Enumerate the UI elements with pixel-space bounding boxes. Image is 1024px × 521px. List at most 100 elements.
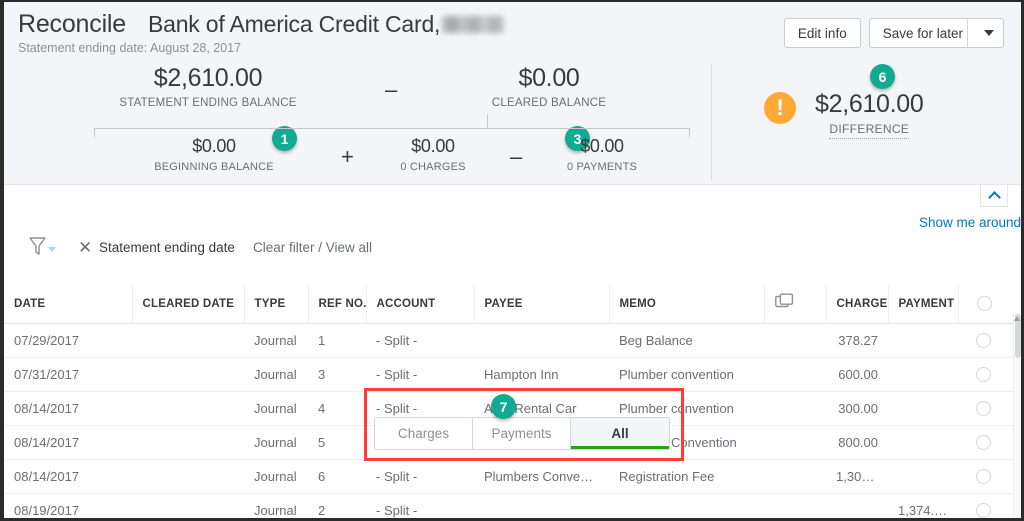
edit-info-button[interactable]: Edit info <box>783 18 861 48</box>
cell-ref-no: 4 <box>308 391 366 426</box>
column-header-ref-no[interactable]: REF NO. <box>308 285 367 324</box>
cell-payee <box>474 493 609 518</box>
table-row[interactable]: 08/19/2017 Journal 2 - Split - 1,374.06 <box>4 493 1021 518</box>
cell-cleared-toggle[interactable] <box>958 425 1021 460</box>
cell-payee: Plumbers Conventi... <box>474 459 609 494</box>
difference-text: $2,610.00 DIFFERENCE <box>815 90 924 139</box>
cell-cleared-toggle[interactable] <box>958 357 1021 392</box>
tab-payments[interactable]: Payments <box>473 418 571 449</box>
difference-label[interactable]: DIFFERENCE <box>829 122 910 139</box>
cell-charge: 378.27 <box>826 323 888 358</box>
masked-account-number <box>442 16 505 34</box>
column-header-payee[interactable]: PAYEE <box>474 285 610 324</box>
cleared-circle-icon[interactable] <box>976 469 991 484</box>
cell-charge: 1,300.00 <box>826 459 888 494</box>
page-title: Reconcile Bank of America Credit Card, <box>18 10 505 39</box>
payments-label: 0 PAYMENTS <box>566 161 638 173</box>
reconcile-summary-panel: Reconcile Bank of America Credit Card, S… <box>4 2 1021 292</box>
bracket-stem <box>487 114 488 129</box>
column-header-account[interactable]: ACCOUNT <box>366 285 475 324</box>
statement-ending-balance-label: STATEMENT ENDING BALANCE <box>119 97 297 109</box>
chevron-up-icon <box>987 190 1001 204</box>
cell-cleared-toggle[interactable] <box>958 493 1021 518</box>
tab-all[interactable]: All <box>571 418 669 449</box>
column-header-type[interactable]: TYPE <box>244 285 309 324</box>
table-vertical-scrollbar[interactable] <box>1013 314 1021 518</box>
cleared-circle-icon[interactable] <box>976 333 991 348</box>
cell-cleared-date <box>132 391 244 426</box>
cleared-circle-icon[interactable] <box>976 367 991 382</box>
cell-cleared-toggle[interactable] <box>958 391 1021 426</box>
transactions-toolbar: ✕ Statement ending date Clear filter / V… <box>4 230 1021 306</box>
cell-memo <box>609 493 764 518</box>
cell-date: 07/29/2017 <box>4 323 132 358</box>
summary-divider <box>711 64 712 180</box>
column-header-memo[interactable]: MEMO <box>609 285 765 324</box>
page-title-text: Reconcile <box>18 10 126 38</box>
cell-cleared-toggle[interactable] <box>958 459 1021 494</box>
charges-label: 0 CHARGES <box>400 161 466 173</box>
tab-charges[interactable]: Charges <box>375 418 473 449</box>
copy-icon <box>774 293 795 314</box>
cell-payment <box>888 323 958 358</box>
clear-filter-link[interactable]: Clear filter / View all <box>253 240 372 255</box>
cleared-circle-icon[interactable] <box>976 503 991 518</box>
cell-charge: 600.00 <box>826 357 888 392</box>
column-header-cleared-date[interactable]: CLEARED DATE <box>132 285 245 324</box>
column-header-attachment[interactable] <box>764 285 827 324</box>
filter-funnel-icon <box>29 236 46 256</box>
column-header-date[interactable]: DATE <box>4 285 133 324</box>
cell-date: 08/14/2017 <box>4 391 132 426</box>
balance-bottom-row: $0.00 BEGINNING BALANCE 2 + $0.00 0 CHAR… <box>4 136 711 292</box>
chevron-down-icon[interactable] <box>984 30 994 36</box>
cell-charge <box>826 493 888 518</box>
cleared-balance-amount: $0.00 <box>518 64 580 92</box>
save-for-later-button[interactable]: Save for later <box>868 18 1004 48</box>
account-name: Bank of America Credit Card, <box>148 11 505 38</box>
statement-ending-balance: $2,610.00 STATEMENT ENDING BALANCE <box>97 64 319 109</box>
cell-memo: Plumber convention <box>609 357 764 392</box>
show-me-around-link[interactable]: Show me around <box>919 215 1021 230</box>
cell-date: 07/31/2017 <box>4 357 132 392</box>
cell-payment: 1,374.06 <box>888 493 958 518</box>
reconcile-window: Reconcile Bank of America Credit Card, S… <box>0 0 1024 521</box>
cell-attachment <box>764 493 826 518</box>
cell-cleared-date <box>132 323 244 358</box>
cell-attachment <box>764 357 826 392</box>
cell-ref-no: 1 <box>308 323 366 358</box>
cell-type: Journal <box>244 493 308 518</box>
beginning-balance-label: BEGINNING BALANCE <box>154 161 274 173</box>
cleared-balance: $0.00 CLEARED BALANCE <box>459 64 639 109</box>
cell-ref-no: 5 <box>308 425 366 460</box>
filter-button[interactable] <box>29 236 56 256</box>
cell-attachment <box>764 391 826 426</box>
column-header-payment[interactable]: PAYMENT <box>888 285 959 324</box>
cell-type: Journal <box>244 357 308 392</box>
cleared-circle-icon[interactable] <box>976 401 991 416</box>
cell-account: - Split - <box>366 323 474 358</box>
cell-cleared-toggle[interactable] <box>958 323 1021 358</box>
collapse-summary-button[interactable] <box>980 185 1008 207</box>
cell-payee: Hampton Inn <box>474 357 609 392</box>
column-header-charge[interactable]: CHARGE (U <box>826 285 889 324</box>
column-header-cleared-toggle[interactable] <box>958 285 1021 324</box>
beginning-balance: $0.00 BEGINNING BALANCE <box>124 136 304 173</box>
header-actions: Edit info Save for later <box>783 18 1004 48</box>
payments-total: $0.00 0 PAYMENTS <box>547 136 657 173</box>
callout-badge-6: 6 <box>870 64 895 89</box>
charges-amount: $0.00 <box>411 136 455 156</box>
operator-plus: + <box>341 144 354 169</box>
scroll-up-arrow-icon[interactable] <box>1014 316 1020 321</box>
cell-memo: Registration Fee <box>609 459 764 494</box>
cell-type: Journal <box>244 323 308 358</box>
table-row[interactable]: 07/29/2017 Journal 1 - Split - Beg Balan… <box>4 323 1021 358</box>
cell-account: - Split - <box>366 357 474 392</box>
remove-filter-icon[interactable]: ✕ <box>78 239 92 256</box>
cell-attachment <box>764 425 826 460</box>
cell-payment <box>888 391 958 426</box>
payments-amount: $0.00 <box>580 136 624 156</box>
table-row[interactable]: 08/14/2017 Journal 6 - Split - Plumbers … <box>4 459 1021 494</box>
cell-payee <box>474 323 609 358</box>
table-row[interactable]: 07/31/2017 Journal 3 - Split - Hampton I… <box>4 357 1021 392</box>
cleared-circle-icon[interactable] <box>976 435 991 450</box>
